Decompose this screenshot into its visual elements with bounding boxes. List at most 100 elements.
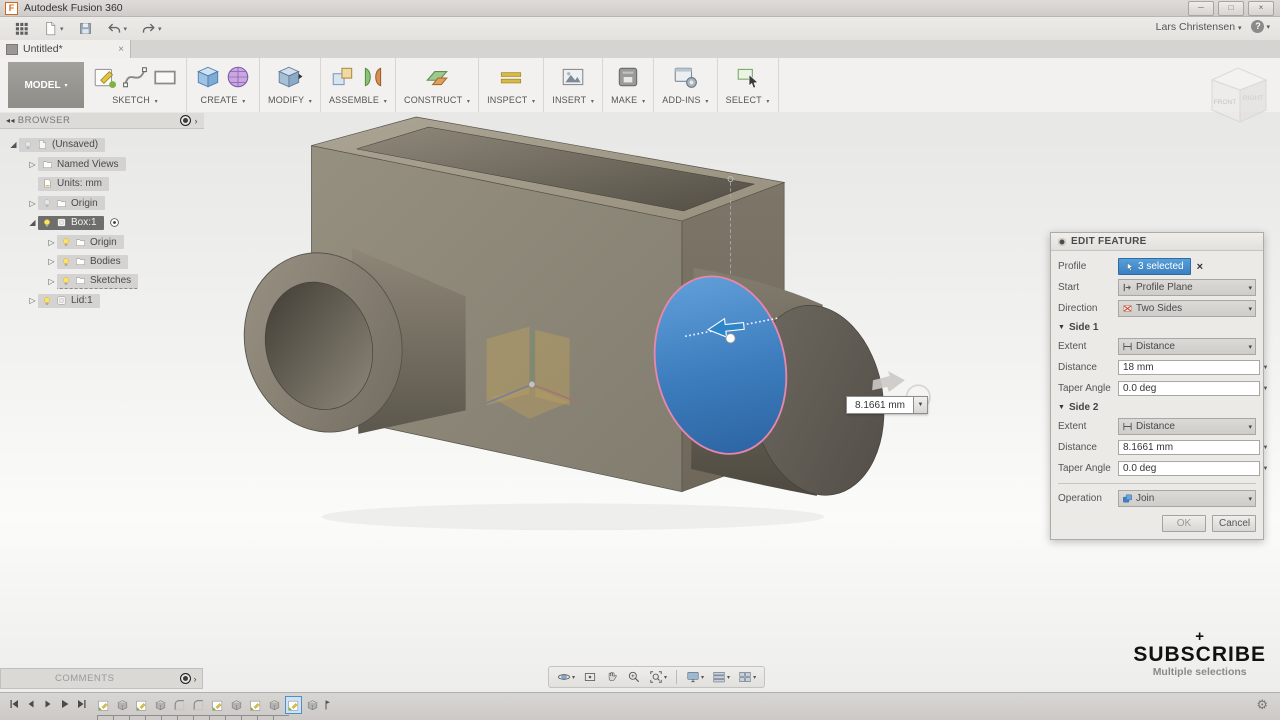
expander-icon[interactable]: ▷ (27, 199, 38, 208)
visibility-bulb-icon[interactable] (23, 140, 33, 150)
spinner-icon[interactable]: ▼ (1260, 440, 1271, 455)
component-icon[interactable] (330, 64, 356, 90)
side1-taper-input[interactable] (1118, 381, 1260, 396)
tree-node-chip[interactable]: Box:1 (38, 216, 104, 230)
playback-first-button[interactable] (8, 698, 20, 710)
timeline-feature-sketch[interactable] (285, 696, 302, 714)
timeline-marker-icon[interactable] (323, 697, 335, 713)
orbit-icon[interactable]: ▾ (554, 668, 578, 686)
expander-icon[interactable]: ▷ (46, 257, 57, 266)
playback-last-button[interactable] (76, 698, 88, 710)
display-icon[interactable]: ▾ (683, 668, 707, 686)
zoom-icon[interactable] (624, 668, 644, 686)
timeline-feature-fillet[interactable] (190, 696, 207, 714)
tree-node-chip[interactable]: (Unsaved) (19, 138, 105, 152)
tree-node-chip[interactable]: Units: mm (38, 177, 109, 191)
ribbon-menu-assemble[interactable]: ASSEMBLE ▾ (329, 95, 387, 105)
undo-button[interactable] (107, 20, 122, 38)
side1-distance-input[interactable] (1118, 360, 1260, 375)
dialog-header[interactable]: EDIT FEATURE (1051, 233, 1263, 251)
spinner-icon[interactable]: ▼ (1260, 381, 1271, 396)
maximize-button[interactable]: □ (1218, 1, 1244, 16)
timeline-feature-sketch[interactable] (133, 696, 150, 714)
spinner-icon[interactable]: ▼ (1260, 461, 1271, 476)
side1-section[interactable]: ▼ Side 1 (1058, 319, 1256, 336)
tree-node-chip[interactable]: Named Views (38, 157, 126, 171)
browser-item-origin[interactable]: ▷Origin (0, 233, 204, 253)
visibility-bulb-icon[interactable] (61, 237, 71, 247)
tree-node-chip[interactable]: Bodies (57, 255, 128, 269)
measure-icon[interactable] (498, 64, 524, 90)
file-menu-button[interactable] (43, 20, 58, 38)
ribbon-menu-inspect[interactable]: INSPECT ▾ (487, 95, 535, 105)
save-button[interactable] (78, 20, 93, 38)
expander-icon[interactable]: ▷ (27, 160, 38, 169)
side2-section[interactable]: ▼ Side 2 (1058, 399, 1256, 416)
comments-toggle-icon[interactable] (180, 673, 191, 684)
profile-selected-button[interactable]: 3 selected (1118, 258, 1191, 275)
viewports-icon[interactable]: ▾ (735, 668, 759, 686)
visibility-bulb-icon[interactable] (42, 296, 52, 306)
joint-icon[interactable] (360, 64, 386, 90)
browser-item-named-views[interactable]: ▷Named Views (0, 155, 204, 175)
ribbon-menu-add-ins[interactable]: ADD-INS ▾ (662, 95, 708, 105)
plane-icon[interactable] (424, 64, 450, 90)
ok-button[interactable]: OK (1162, 515, 1206, 532)
direction-dropdown[interactable]: Two Sides▾ (1118, 300, 1256, 317)
browser-item-lid-1[interactable]: ▷Lid:1 (0, 291, 204, 311)
timeline-feature-sketch[interactable] (209, 696, 226, 714)
browser-item-units-mm[interactable]: Units: mm (0, 174, 204, 194)
ribbon-menu-insert[interactable]: INSERT ▾ (552, 95, 594, 105)
ribbon-menu-make[interactable]: MAKE ▾ (611, 95, 645, 105)
side2-taper-input[interactable] (1118, 461, 1260, 476)
user-menu[interactable]: Lars Christensen ▾ (1156, 21, 1242, 33)
document-tab[interactable]: Untitled* × (0, 40, 131, 58)
side2-extent-dropdown[interactable]: Distance▾ (1118, 418, 1256, 435)
browser-item-sketches[interactable]: ▷Sketches (0, 272, 204, 292)
close-button[interactable]: × (1248, 1, 1274, 16)
apps-grid-icon[interactable] (14, 20, 29, 38)
ribbon-menu-sketch[interactable]: SKETCH ▾ (112, 95, 158, 105)
timeline-feature-sketch[interactable] (247, 696, 264, 714)
cancel-button[interactable]: Cancel (1212, 515, 1256, 532)
form-icon[interactable] (225, 64, 251, 90)
visibility-bulb-icon[interactable] (42, 218, 52, 228)
ribbon-menu-construct[interactable]: CONSTRUCT ▾ (404, 95, 470, 105)
timeline-feature-extrude[interactable] (114, 696, 131, 714)
comments-panel[interactable]: COMMENTS › (0, 668, 203, 689)
collapse-panel-icon[interactable]: ◂◂ (6, 116, 18, 125)
tree-node-chip[interactable]: Lid:1 (38, 294, 100, 308)
display-toggle-icon[interactable] (180, 115, 191, 126)
side2-distance-input[interactable] (1118, 440, 1260, 455)
playback-next-button[interactable] (42, 698, 54, 710)
ribbon-menu-modify[interactable]: MODIFY ▾ (268, 95, 312, 105)
tree-node-chip[interactable]: Origin (57, 235, 124, 249)
expander-icon[interactable]: ▷ (46, 238, 57, 247)
browser-item-origin[interactable]: ▷Origin (0, 194, 204, 214)
playback-prev-button[interactable] (25, 698, 37, 710)
activate-component-icon[interactable] (109, 217, 120, 228)
addins-icon[interactable] (672, 64, 698, 90)
timeline-feature-extrude[interactable] (228, 696, 245, 714)
spinner-icon[interactable]: ▼ (1260, 360, 1271, 375)
tree-node-chip[interactable]: Sketches (57, 274, 138, 289)
timeline-settings-icon[interactable]: ⚙ (1256, 697, 1268, 713)
timeline-feature-sketch[interactable] (95, 696, 112, 714)
visibility-bulb-icon[interactable] (42, 198, 52, 208)
redo-button[interactable] (141, 20, 156, 38)
playback-play-button[interactable] (59, 698, 71, 710)
timeline-feature-extrude[interactable] (266, 696, 283, 714)
workspace-selector[interactable]: MODEL▾ (8, 62, 84, 108)
spline-icon[interactable] (122, 64, 148, 90)
pan-icon[interactable] (602, 668, 622, 686)
image-icon[interactable] (560, 64, 586, 90)
fit-icon[interactable]: ▾ (646, 668, 670, 686)
clear-selection-icon[interactable]: × (1197, 261, 1203, 273)
operation-dropdown[interactable]: Join▾ (1118, 490, 1256, 507)
tree-node-chip[interactable]: Origin (38, 196, 105, 210)
timeline-feature-extrude[interactable] (304, 696, 321, 714)
side1-extent-dropdown[interactable]: Distance▾ (1118, 338, 1256, 355)
timeline-feature-extrude[interactable] (152, 696, 169, 714)
ribbon-menu-select[interactable]: SELECT ▾ (726, 95, 770, 105)
select-icon[interactable] (735, 64, 761, 90)
